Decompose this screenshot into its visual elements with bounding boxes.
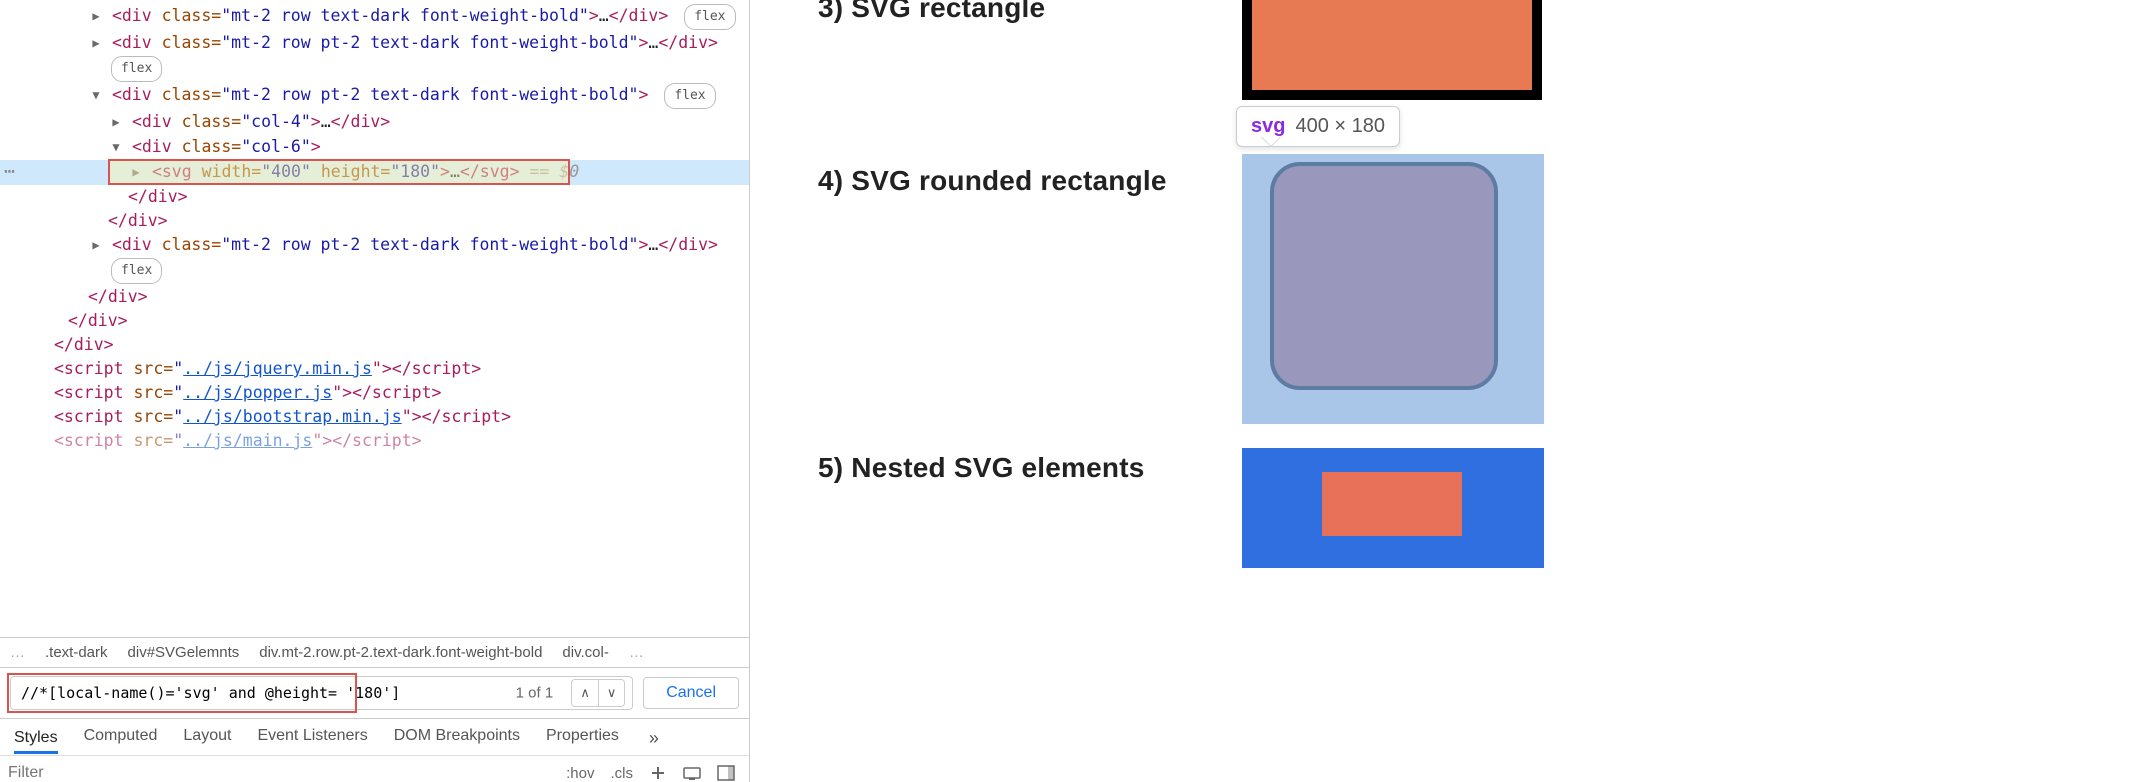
collapse-arrow-icon[interactable]: ▼: [110, 135, 122, 159]
script-link[interactable]: ../js/popper.js: [183, 383, 332, 402]
svg-nested-demo: [1242, 448, 1544, 568]
styles-tabs: Styles Computed Layout Event Listeners D…: [0, 719, 749, 756]
styles-toolbar: :hov .cls: [0, 756, 749, 782]
flex-badge-row: flex: [0, 56, 749, 83]
flex-badge-row: flex: [0, 258, 749, 285]
search-result-count: 1 of 1: [516, 685, 554, 702]
svg-rounded-demo: [1242, 154, 1544, 424]
breadcrumb-overflow-left[interactable]: …: [10, 644, 25, 661]
flex-badge[interactable]: flex: [664, 83, 715, 109]
expand-arrow-icon[interactable]: ▶: [90, 31, 102, 55]
dom-node[interactable]: ▼ <div class="mt-2 row pt-2 text-dark fo…: [0, 83, 749, 110]
tab-event-listeners[interactable]: Event Listeners: [257, 727, 367, 749]
svg-rectangle-demo: [1242, 0, 1542, 100]
dom-node-selected[interactable]: ⋯ ▶ <svg width="400" height="180">…</svg…: [0, 160, 749, 185]
expand-arrow-icon[interactable]: ▶: [90, 233, 102, 257]
dom-node[interactable]: ▶ <div class="col-4">…</div>: [0, 110, 749, 135]
dom-tree[interactable]: ▶ <div class="mt-2 row text-dark font-we…: [0, 0, 749, 637]
breadcrumb-item[interactable]: div#SVGelemnts: [128, 644, 240, 661]
dom-node-close[interactable]: </div>: [0, 209, 749, 233]
tooltip-tag: svg: [1251, 115, 1285, 137]
tooltip-dimensions: 400 × 180: [1295, 115, 1385, 137]
flex-badge[interactable]: flex: [684, 4, 735, 30]
computed-styles-icon[interactable]: [683, 764, 701, 782]
element-tooltip: svg 400 × 180: [1236, 106, 1400, 147]
breadcrumb-overflow-right[interactable]: …: [629, 644, 644, 661]
styles-filter-input[interactable]: [8, 764, 158, 782]
dom-node[interactable]: ▶ <div class="mt-2 row pt-2 text-dark fo…: [0, 233, 749, 258]
tab-computed[interactable]: Computed: [84, 727, 158, 749]
search-prev-button[interactable]: ∧: [572, 680, 598, 706]
dom-search-bar: 1 of 1 ∧ ∨ Cancel: [0, 668, 749, 719]
more-actions-icon[interactable]: ⋯: [4, 160, 17, 184]
section-title-3: 3) SVG rectangle: [818, 0, 1045, 24]
dom-node[interactable]: ▶ <div class="mt-2 row text-dark font-we…: [0, 4, 749, 31]
dom-node-close[interactable]: </div>: [0, 333, 749, 357]
devtools-panel: ▶ <div class="mt-2 row text-dark font-we…: [0, 0, 750, 782]
flex-badge[interactable]: flex: [111, 56, 162, 82]
page-preview: 3) SVG rectangle svg 400 × 180 4) SVG rou…: [810, 0, 2144, 782]
section-title-5: 5) Nested SVG elements: [818, 452, 1145, 484]
expand-arrow-icon[interactable]: ▶: [110, 110, 122, 134]
search-next-button[interactable]: ∨: [598, 680, 624, 706]
tabs-overflow-icon[interactable]: »: [649, 728, 659, 749]
dom-node-script[interactable]: <script src="../js/main.js"></script>: [0, 429, 749, 453]
new-style-rule-icon[interactable]: [649, 764, 667, 782]
expand-arrow-icon[interactable]: ▶: [90, 4, 102, 28]
cls-toggle[interactable]: .cls: [611, 765, 634, 782]
tab-dom-breakpoints[interactable]: DOM Breakpoints: [394, 727, 520, 749]
dom-node[interactable]: ▶ <div class="mt-2 row pt-2 text-dark fo…: [0, 31, 749, 56]
search-cancel-button[interactable]: Cancel: [643, 677, 739, 709]
tab-layout[interactable]: Layout: [183, 727, 231, 749]
toggle-sidebar-icon[interactable]: [717, 764, 735, 782]
breadcrumb-item[interactable]: .text-dark: [45, 644, 108, 661]
tab-properties[interactable]: Properties: [546, 727, 619, 749]
dom-node-close[interactable]: </div>: [0, 285, 749, 309]
hov-toggle[interactable]: :hov: [566, 765, 594, 782]
dom-node-script[interactable]: <script src="../js/jquery.min.js"></scri…: [0, 357, 749, 381]
section-title-4: 4) SVG rounded rectangle: [818, 165, 1167, 197]
dom-node-script[interactable]: <script src="../js/popper.js"></script>: [0, 381, 749, 405]
tab-styles[interactable]: Styles: [14, 729, 58, 754]
script-link[interactable]: ../js/jquery.min.js: [183, 359, 372, 378]
dom-node-script[interactable]: <script src="../js/bootstrap.min.js"></s…: [0, 405, 749, 429]
breadcrumb-item[interactable]: div.col-: [562, 644, 608, 661]
expand-arrow-icon[interactable]: ▶: [130, 160, 142, 184]
dom-breadcrumb[interactable]: … .text-dark div#SVGelemnts div.mt-2.row…: [0, 637, 749, 668]
breadcrumb-item[interactable]: div.mt-2.row.pt-2.text-dark.font-weight-…: [259, 644, 542, 661]
dom-node-close[interactable]: </div>: [0, 309, 749, 333]
script-link[interactable]: ../js/main.js: [183, 431, 312, 450]
collapse-arrow-icon[interactable]: ▼: [90, 83, 102, 107]
script-link[interactable]: ../js/bootstrap.min.js: [183, 407, 402, 426]
flex-badge[interactable]: flex: [111, 258, 162, 284]
dom-node[interactable]: ▼ <div class="col-6">: [0, 135, 749, 160]
dom-node-close[interactable]: </div>: [0, 185, 749, 209]
